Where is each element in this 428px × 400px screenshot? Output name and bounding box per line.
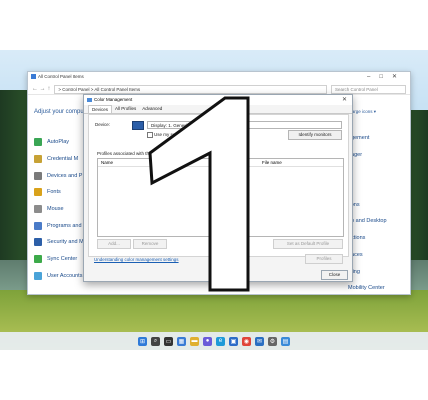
page-heading: Adjust your comput (34, 109, 86, 115)
control-panel-item-icon (34, 205, 42, 214)
chat-icon[interactable]: ● (203, 336, 212, 346)
control-panel-item-label[interactable]: nager (348, 151, 387, 168)
control-panel-item-icon (34, 155, 42, 164)
edge-icon[interactable]: e (216, 336, 225, 346)
add-button[interactable]: Add... (97, 239, 131, 249)
control-panel-item-label[interactable]: up and Desktop (348, 217, 387, 234)
control-panel-item-label[interactable] (348, 184, 387, 201)
control-panel-item-label: User Accounts (47, 272, 83, 279)
close-icon[interactable]: ✕ (342, 95, 347, 105)
set-default-button[interactable]: Set as Default Profile (273, 239, 343, 249)
control-panel-item-icon (34, 238, 42, 247)
control-panel-item-label[interactable]: ections (348, 234, 387, 251)
window-title: All Control Panel Items (38, 74, 84, 79)
file-explorer-icon[interactable]: ▬ (190, 336, 199, 346)
control-panel-right-list: agementnagery tionsup and Desktopectionsp… (348, 134, 387, 301)
window-controls[interactable]: –□✕ (367, 73, 406, 80)
dialog-title: Color Management (94, 97, 133, 102)
search-icon[interactable]: ⌕ (151, 336, 160, 346)
control-panel-item-label: Security and M (47, 239, 84, 246)
tab-devices[interactable]: Devices (88, 105, 113, 113)
nav-arrows-icon[interactable]: ← → ↑ (32, 86, 50, 92)
control-panel-item[interactable]: Security and M (34, 234, 84, 251)
control-panel-item-label: Devices and P (47, 172, 83, 179)
close-button[interactable]: Close (321, 270, 348, 280)
control-panel-item-label: Mouse (47, 206, 64, 213)
overlay-digit-one (148, 96, 250, 292)
control-panel-item-label[interactable]: paces (348, 251, 387, 268)
control-panel-item-label: Fonts (47, 189, 61, 196)
device-label: Device: (95, 122, 111, 127)
color-management-icon (87, 98, 92, 102)
view-by-select[interactable]: Large icons ▾ (349, 109, 376, 115)
control-panel-item[interactable]: Mouse (34, 201, 84, 218)
control-panel-icon[interactable]: ▤ (281, 336, 290, 346)
control-panel-item-label: Credential M (47, 156, 79, 163)
control-panel-item-label[interactable]: Mobility Center (348, 284, 387, 301)
control-panel-item[interactable]: Sync Center (34, 251, 84, 268)
task-view-icon[interactable]: ▭ (164, 336, 173, 346)
chrome-icon[interactable]: ◉ (242, 336, 251, 346)
control-panel-item-icon (34, 188, 42, 197)
control-panel-item[interactable]: User Accounts (34, 268, 84, 285)
control-panel-icon (31, 74, 36, 79)
control-panel-item[interactable]: AutoPlay (34, 134, 84, 151)
control-panel-item-icon (34, 171, 42, 180)
profiles-button[interactable]: Profiles (305, 254, 343, 264)
widgets-icon[interactable]: ▦ (177, 336, 186, 346)
control-panel-item[interactable]: Programs and (34, 217, 84, 234)
control-panel-item[interactable]: Devices and P (34, 167, 84, 184)
control-panel-item-label: Programs and (47, 222, 82, 229)
control-panel-left-list: AutoPlay Credential M Devices and P Fonts Mo… (34, 134, 84, 284)
control-panel-item-label[interactable]: tions (348, 201, 387, 218)
control-panel-item[interactable]: Credential M (34, 151, 84, 168)
control-panel-item-label: AutoPlay (47, 139, 70, 146)
settings-icon[interactable]: ⚙ (268, 336, 277, 346)
control-panel-item[interactable]: Fonts (34, 184, 84, 201)
control-panel-item-icon (34, 221, 42, 230)
bottom-letterbox (0, 350, 428, 400)
control-panel-item-label[interactable]: y (348, 167, 387, 184)
control-panel-item-label: Sync Center (47, 256, 78, 263)
identify-monitors-button[interactable]: Identify monitors (288, 130, 342, 140)
control-panel-item-icon (34, 255, 42, 264)
mail-icon[interactable]: ✉ (255, 336, 264, 346)
search-input[interactable]: Search Control Panel (331, 84, 406, 94)
start-icon[interactable]: ⊞ (138, 336, 147, 346)
control-panel-item-icon (34, 271, 42, 280)
store-icon[interactable]: ▣ (229, 336, 238, 346)
control-panel-item-icon (34, 138, 42, 147)
control-panel-item-label[interactable]: oting (348, 268, 387, 285)
top-letterbox (0, 0, 428, 50)
taskbar: ⊞ ⌕ ▭ ▦ ▬ ● e ▣ ◉ ✉ ⚙ ▤ (0, 332, 428, 350)
control-panel-item-label[interactable]: agement (348, 134, 387, 151)
